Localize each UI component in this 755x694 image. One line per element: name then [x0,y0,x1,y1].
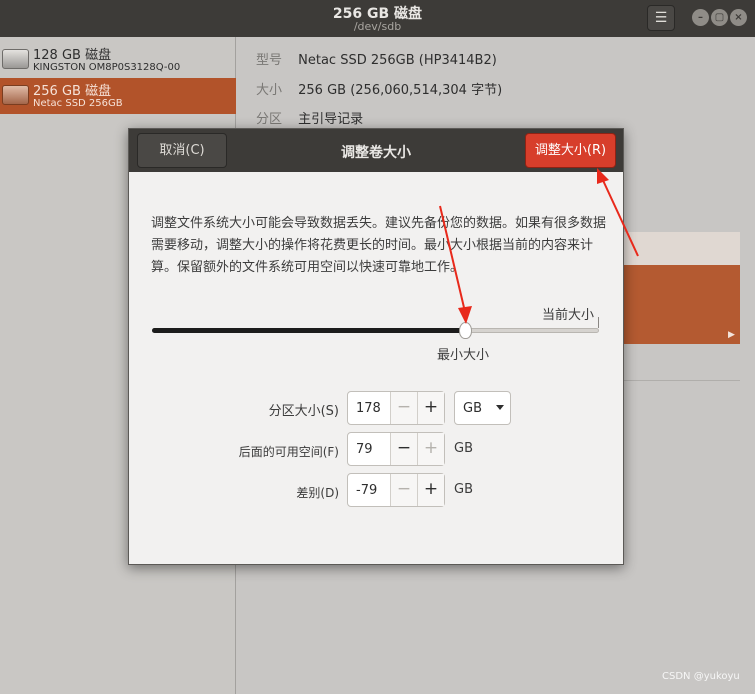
partitioning-label: 分区 [256,112,283,127]
disk-model: Netac SSD 256GB [33,98,123,109]
increase-button[interactable]: + [417,392,444,424]
size-label: 大小 [256,83,283,98]
unit-label: GB [454,441,473,456]
decrease-button[interactable]: − [390,392,417,424]
disk-name: 128 GB 磁盘 [33,48,112,63]
size-slider-fill [152,328,465,333]
unit-dropdown[interactable]: GB [454,391,511,425]
dialog-header: 取消(C) 调整卷大小 调整大小(R) [129,129,623,172]
watermark: CSDN @yukoyu [662,671,740,682]
difference-spinbutton[interactable]: -79 − + [347,473,445,507]
partition-size-label: 分区大小(S) [268,404,339,419]
increase-button[interactable]: + [417,474,444,506]
unit-selected: GB [463,401,482,416]
window-subtitle: /dev/sdb [353,20,402,33]
difference-label: 差别(D) [296,486,339,500]
dropdown-caret-icon [496,405,504,410]
window-header: 256 GB 磁盘 /dev/sdb ☰ – ▢ × [0,0,755,37]
partition-map[interactable] [615,232,740,344]
scroll-right-icon[interactable]: ▶ [728,330,735,340]
current-size-tick [598,317,599,328]
partitioning-row: 分区 主引导记录 [256,108,363,127]
size-slider-handle[interactable] [458,322,472,339]
model-label: 型号 [256,53,283,68]
free-space-after-spinbutton[interactable]: 79 − + [347,432,445,466]
size-value: 256 GB (256,060,514,304 字节) [298,83,503,98]
dialog-description: 调整文件系统大小可能会导致数据丢失。建议先备份您的数据。如果有很多数据需要移动，… [151,216,607,275]
minimize-icon[interactable]: – [692,9,709,26]
current-size-label: 当前大小 [542,308,595,323]
partition-size-value[interactable]: 178 [356,401,381,416]
disk-item-selected[interactable]: 256 GB 磁盘 Netac SSD 256GB [0,78,236,114]
partitioning-value: 主引导记录 [298,112,364,127]
model-value: Netac SSD 256GB (HP3414B2) [298,53,497,68]
decrease-button[interactable]: − [390,433,417,465]
increase-button[interactable]: + [417,433,444,465]
maximize-icon[interactable]: ▢ [711,9,728,26]
disk-model: KINGSTON OM8P0S3128Q-00 [33,62,181,73]
resize-dialog: 取消(C) 调整卷大小 调整大小(R) 调整文件系统大小可能会导致数据丢失。建议… [128,128,624,565]
free-space-after-label: 后面的可用空间(F) [238,445,339,459]
disk-name: 256 GB 磁盘 [33,84,112,99]
unit-label: GB [454,482,473,497]
partition-size-spinbutton[interactable]: 178 − + [347,391,445,425]
hard-disk-icon [2,49,29,69]
resize-button[interactable]: 调整大小(R) [525,133,616,168]
divider [615,380,740,381]
size-row: 大小 256 GB (256,060,514,304 字节) [256,79,502,98]
decrease-button[interactable]: − [390,474,417,506]
hard-disk-icon [2,85,29,105]
cancel-button[interactable]: 取消(C) [137,133,227,168]
min-size-label: 最小大小 [437,348,490,363]
difference-value[interactable]: -79 [356,483,377,498]
model-row: 型号 Netac SSD 256GB (HP3414B2) [256,49,497,68]
hamburger-icon[interactable]: ☰ [647,5,675,31]
close-icon[interactable]: × [730,9,747,26]
free-space-after-value[interactable]: 79 [356,442,373,457]
disk-item[interactable]: 128 GB 磁盘 KINGSTON OM8P0S3128Q-00 [0,42,236,78]
